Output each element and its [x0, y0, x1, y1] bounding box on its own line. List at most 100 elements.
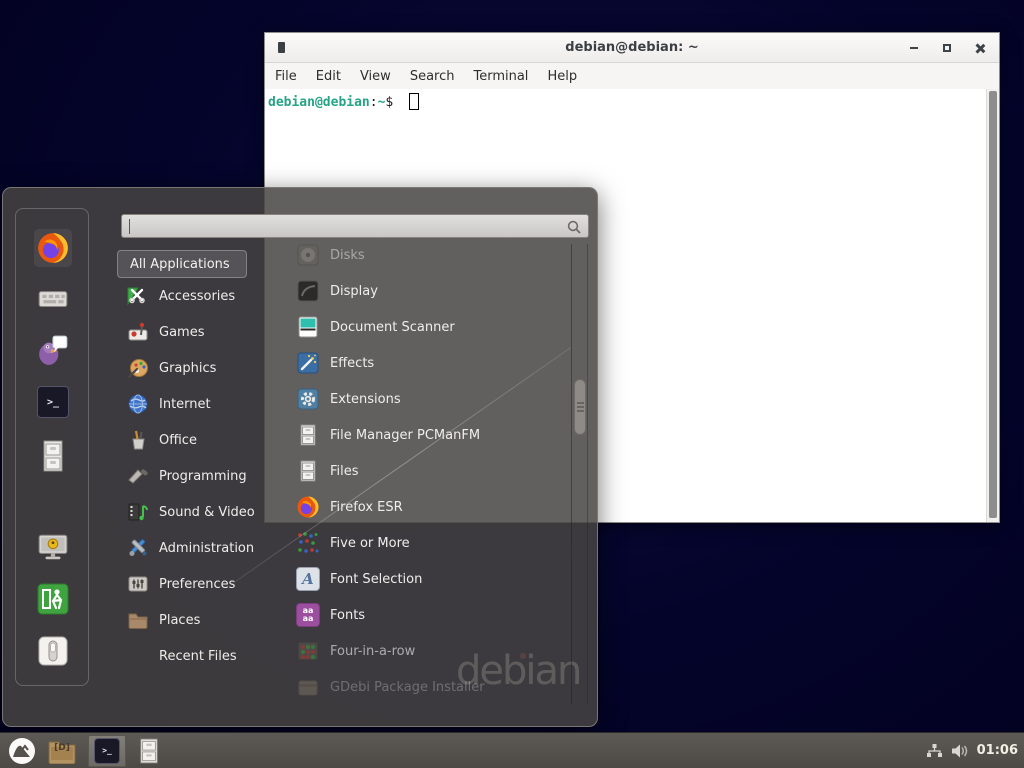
- terminal-menubar: File Edit View Search Terminal Help: [265, 63, 999, 89]
- sidebar-item-pidgin[interactable]: [34, 331, 72, 369]
- file-cabinet-icon: [296, 423, 320, 447]
- search-icon: [567, 220, 581, 234]
- app-item-four-in-a-row[interactable]: Four-in-a-row: [291, 633, 569, 669]
- app-item-document-scanner[interactable]: Document Scanner: [291, 309, 569, 345]
- file-cabinet-icon: [296, 459, 320, 483]
- programming-icon: [127, 465, 149, 487]
- sidebar-item-keyboard[interactable]: [34, 279, 72, 317]
- category-administration[interactable]: Administration: [119, 530, 285, 566]
- sound-video-icon: [127, 501, 149, 523]
- close-button[interactable]: [971, 39, 989, 57]
- menu-button[interactable]: [0, 733, 44, 768]
- files-task-button[interactable]: [132, 733, 166, 768]
- category-office[interactable]: Office: [119, 422, 285, 458]
- speaker-icon: [951, 743, 969, 759]
- app-item-files[interactable]: Files: [291, 453, 569, 489]
- minimize-icon: [910, 47, 918, 49]
- category-preferences[interactable]: Preferences: [119, 566, 285, 602]
- network-tray-icon[interactable]: [926, 733, 943, 768]
- category-accessories[interactable]: Accessories: [119, 278, 285, 314]
- network-icon: [926, 743, 943, 759]
- sidebar-item-terminal[interactable]: >_: [34, 383, 72, 421]
- terminal-scrollbar-thumb[interactable]: [989, 91, 997, 518]
- file-cabinet-icon: [138, 737, 160, 765]
- places-folder-icon: [127, 609, 149, 631]
- extensions-icon: [296, 387, 320, 411]
- font-selection-icon: A: [296, 567, 320, 591]
- preferences-icon: [127, 573, 149, 595]
- terminal-icon: >_: [94, 738, 120, 764]
- disks-icon: [296, 243, 320, 267]
- minimize-button[interactable]: [905, 39, 923, 57]
- taskbar: [D] >_: [0, 732, 1024, 768]
- lock-screen-icon: [36, 530, 70, 564]
- app-item-display[interactable]: Display: [291, 273, 569, 309]
- app-list-scrollbar[interactable]: [571, 244, 588, 704]
- menu-search-box[interactable]: [121, 214, 589, 238]
- menu-edit[interactable]: Edit: [316, 69, 341, 84]
- sidebar-item-file-manager[interactable]: [34, 437, 72, 475]
- menu-view[interactable]: View: [360, 69, 391, 84]
- document-scanner-icon: [296, 315, 320, 339]
- maximize-button[interactable]: [938, 39, 956, 57]
- app-item-five-or-more[interactable]: Five or More: [291, 525, 569, 561]
- category-recent-files[interactable]: Recent Files: [119, 638, 285, 674]
- scrollbar-grip-icon: [577, 402, 584, 412]
- app-list-scrollbar-thumb[interactable]: [574, 379, 586, 435]
- office-icon: [127, 429, 149, 451]
- category-internet[interactable]: Internet: [119, 386, 285, 422]
- four-in-a-row-icon: [296, 639, 320, 663]
- app-item-extensions[interactable]: Extensions: [291, 381, 569, 417]
- search-input[interactable]: [128, 217, 558, 235]
- terminal-prompt: debian@debian:~$: [265, 89, 999, 110]
- internet-globe-icon: [127, 393, 149, 415]
- app-item-effects[interactable]: Effects: [291, 345, 569, 381]
- terminal-cursor: [409, 93, 419, 110]
- sidebar-item-lock-screen[interactable]: [34, 528, 72, 566]
- close-icon: [975, 43, 985, 53]
- category-sound-video[interactable]: Sound & Video: [119, 494, 285, 530]
- menu-file[interactable]: File: [275, 69, 297, 84]
- file-manager-launcher[interactable]: [D]: [44, 733, 80, 768]
- terminal-scrollbar[interactable]: [986, 89, 999, 522]
- maximize-icon: [943, 44, 951, 52]
- app-item-disks[interactable]: Disks: [291, 237, 569, 273]
- search-caret: [129, 219, 130, 234]
- volume-tray-icon[interactable]: [951, 733, 969, 768]
- firefox-icon: [296, 495, 320, 519]
- sidebar-item-firefox[interactable]: [34, 229, 72, 267]
- games-icon: [127, 321, 149, 343]
- category-all-applications[interactable]: All Applications: [117, 250, 247, 278]
- file-cabinet-icon: [37, 439, 69, 473]
- sidebar-item-power[interactable]: [34, 632, 72, 670]
- display-icon: [296, 279, 320, 303]
- menu-search[interactable]: Search: [410, 69, 455, 84]
- sidebar-item-log-out[interactable]: [34, 580, 72, 618]
- folder-d-label: [D]: [44, 743, 80, 753]
- menu-help[interactable]: Help: [547, 69, 577, 84]
- menu-logo-icon: [8, 737, 36, 765]
- app-item-gdebi-package-installer[interactable]: GDebi Package Installer: [291, 669, 569, 705]
- category-games[interactable]: Games: [119, 314, 285, 350]
- category-graphics[interactable]: Graphics: [119, 350, 285, 386]
- app-item-fonts[interactable]: aa aa Fonts: [291, 597, 569, 633]
- application-menu: >_: [2, 187, 598, 727]
- category-places[interactable]: Places: [119, 602, 285, 638]
- gdebi-icon: [296, 675, 320, 699]
- terminal-task-button[interactable]: >_: [88, 735, 126, 767]
- app-item-file-manager-pcmanfm[interactable]: File Manager PCManFM: [291, 417, 569, 453]
- pidgin-icon: [36, 333, 70, 367]
- keyboard-icon: [36, 281, 70, 315]
- category-programming[interactable]: Programming: [119, 458, 285, 494]
- accessories-icon: [127, 285, 149, 307]
- prompt-user-host: debian@debian: [268, 95, 370, 110]
- log-out-icon: [37, 583, 69, 615]
- taskbar-clock[interactable]: 01:06: [977, 743, 1018, 758]
- app-item-font-selection[interactable]: A Font Selection: [291, 561, 569, 597]
- administration-icon: [127, 537, 149, 559]
- app-item-firefox-esr[interactable]: Firefox ESR: [291, 489, 569, 525]
- window-title: debian@debian: ~: [265, 40, 999, 55]
- terminal-titlebar[interactable]: debian@debian: ~: [265, 33, 999, 63]
- power-switch-icon: [37, 635, 69, 667]
- menu-terminal[interactable]: Terminal: [473, 69, 528, 84]
